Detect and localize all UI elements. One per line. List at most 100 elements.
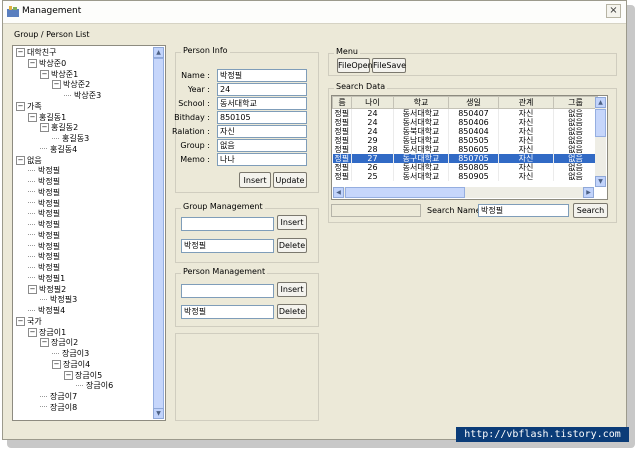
grid-scroll-down-icon[interactable]: ▼ [595, 176, 606, 187]
scroll-up-arrow-icon[interactable]: ▲ [153, 47, 164, 58]
tree-node[interactable]: 박정필3 [40, 295, 77, 305]
scroll-down-arrow-icon[interactable]: ▼ [153, 408, 164, 419]
grid-vscroll-thumb[interactable] [595, 109, 606, 137]
group-name-input[interactable] [181, 217, 274, 231]
tree-node[interactable]: 장금이7 [40, 392, 77, 402]
person-mgmt-insert-button[interactable]: Insert [277, 282, 307, 297]
grid-scroll-right-icon[interactable]: ▶ [583, 187, 594, 198]
tree-node[interactable]: 박정필 [28, 199, 60, 209]
collapse-toggle-icon[interactable]: − [52, 359, 61, 369]
tree-node[interactable]: − 박상준2 [52, 80, 90, 90]
group-selected-field[interactable]: 박정필 [181, 239, 274, 253]
tree-node[interactable]: − 홍길동2 [40, 123, 78, 133]
table-cell: 자신 [498, 136, 554, 145]
close-button[interactable]: × [606, 4, 621, 18]
table-row[interactable]: 정필 24 동북대학교 850404 자신 없음 [332, 127, 598, 136]
tree-node[interactable]: 홍길동3 [52, 134, 89, 144]
table-row[interactable]: 정필 29 동남대학교 850505 자신 없음 [332, 136, 598, 145]
collapse-toggle-icon[interactable]: − [28, 112, 37, 122]
table-row[interactable]: 정필 27 동구대학교 850705 자신 없음 [332, 154, 598, 163]
column-header[interactable]: 그룹 [553, 96, 598, 109]
column-header[interactable]: 나이 [351, 96, 394, 109]
tree-node[interactable]: 박정필 [28, 252, 60, 262]
relation-field[interactable]: 자신 [217, 125, 307, 138]
tree-node[interactable]: − 박상준1 [40, 69, 78, 80]
collapse-toggle-icon[interactable]: − [40, 338, 49, 348]
person-name-input[interactable] [181, 284, 274, 298]
scroll-thumb[interactable] [153, 58, 164, 410]
collapse-toggle-icon[interactable]: − [16, 101, 25, 111]
collapse-toggle-icon[interactable]: − [40, 123, 49, 133]
collapse-toggle-icon[interactable]: − [28, 58, 37, 68]
tree-node[interactable]: − 장금이4 [52, 359, 90, 370]
column-header[interactable]: 생일 [448, 96, 499, 109]
group-insert-button[interactable]: Insert [277, 215, 307, 230]
search-button[interactable]: Search [573, 203, 608, 218]
collapse-toggle-icon[interactable]: − [28, 327, 37, 337]
tree-node[interactable]: 박정필 [28, 209, 60, 219]
grid-vscrollbar[interactable]: ▲ ▼ [595, 97, 606, 187]
table-row[interactable]: 정필 24 동서대학교 850406 자신 없음 [332, 118, 598, 127]
tree-node[interactable]: − 없음 [16, 155, 42, 166]
group-field[interactable]: 없음 [217, 139, 307, 152]
person-mgmt-delete-button[interactable]: Delete [277, 304, 307, 319]
tree-node[interactable]: − 대학친구 [16, 48, 56, 58]
tree-node[interactable]: − 장금이1 [28, 327, 66, 338]
school-field[interactable]: 동서대학교 [217, 97, 307, 110]
grid-scroll-up-icon[interactable]: ▲ [595, 97, 606, 108]
collapse-toggle-icon[interactable]: − [16, 155, 25, 165]
table-row[interactable]: 정필 24 동서대학교 850407 자신 없음 [332, 108, 598, 118]
tree-node[interactable]: − 국가 [16, 316, 42, 327]
year-field[interactable]: 24 [217, 83, 307, 96]
column-header[interactable]: 학교 [393, 96, 449, 109]
group-delete-button[interactable]: Delete [277, 238, 307, 253]
column-header[interactable]: 관계 [498, 96, 554, 109]
collapse-toggle-icon[interactable]: − [40, 69, 49, 79]
tree-node[interactable]: 박정필 [28, 263, 60, 273]
tree-node[interactable]: 장금이8 [40, 403, 77, 413]
memo-field[interactable]: 나나 [217, 153, 307, 166]
tree-node[interactable]: − 장금이5 [64, 370, 102, 381]
tree-node[interactable]: 박정필 [28, 242, 60, 252]
tree-node[interactable]: 박상준3 [64, 91, 101, 101]
table-row[interactable]: 정필 25 동서대학교 850905 자신 없음 [332, 172, 598, 181]
tree-node[interactable]: 장금이3 [52, 349, 89, 359]
file-save-button[interactable]: FileSave [372, 58, 406, 73]
tree-node[interactable]: − 박정필2 [28, 284, 66, 295]
tree-node[interactable]: 홍길동4 [40, 145, 77, 155]
search-results-grid[interactable]: 름 나이 학교 생일 관계 그룹 정필 24 동서대학교 850407 자신 없음 정필 24 동서대학교… [331, 95, 608, 200]
tree-node[interactable]: 박정필4 [28, 306, 65, 316]
person-insert-button[interactable]: Insert [239, 172, 271, 188]
group-person-tree[interactable]: − 대학친구 − 박상준0− 박상준1− 박상준2 박상준3− 가족 − 홍길동1− 홍길동2 홍길동… [12, 45, 166, 421]
column-header[interactable]: 름 [332, 96, 352, 109]
grid-hscrollbar[interactable]: ◀ ▶ [333, 187, 594, 198]
tree-node[interactable]: − 홍길동1 [28, 112, 66, 123]
collapse-toggle-icon[interactable]: − [16, 316, 25, 326]
tree-node[interactable]: 박정필1 [28, 274, 65, 284]
table-row[interactable]: 정필 26 동서대학교 850805 자신 없음 [332, 163, 598, 172]
collapse-toggle-icon[interactable]: − [16, 48, 25, 57]
search-name-input[interactable]: 박정필 [478, 204, 569, 217]
tree-node[interactable]: 박정필 [28, 177, 60, 187]
grid-scroll-left-icon[interactable]: ◀ [333, 187, 344, 198]
tree-node[interactable]: 박정필 [28, 188, 60, 198]
person-selected-field[interactable]: 박정필 [181, 305, 274, 319]
collapse-toggle-icon[interactable]: − [28, 284, 37, 294]
tree-node[interactable]: 박정필 [28, 166, 60, 176]
collapse-toggle-icon[interactable]: − [52, 80, 61, 90]
search-left-field[interactable] [331, 204, 421, 217]
file-open-button[interactable]: FileOpen [337, 58, 373, 73]
tree-node[interactable]: 장금이6 [76, 381, 113, 391]
table-row[interactable]: 정필 28 동서대학교 850605 자신 없음 [332, 145, 598, 154]
tree-scrollbar[interactable]: ▲ ▼ [153, 47, 164, 419]
collapse-toggle-icon[interactable]: − [64, 370, 73, 380]
tree-node[interactable]: − 박상준0 [28, 58, 66, 69]
tree-node[interactable]: 박정필 [28, 231, 60, 241]
grid-hscroll-thumb[interactable] [345, 187, 465, 198]
birthday-field[interactable]: 850105 [217, 111, 307, 124]
name-field[interactable]: 박정필 [217, 69, 307, 82]
tree-node[interactable]: 박정필 [28, 220, 60, 230]
person-update-button[interactable]: Update [273, 172, 307, 188]
tree-node[interactable]: − 장금이2 [40, 338, 78, 348]
tree-node[interactable]: − 가족 [16, 101, 42, 112]
